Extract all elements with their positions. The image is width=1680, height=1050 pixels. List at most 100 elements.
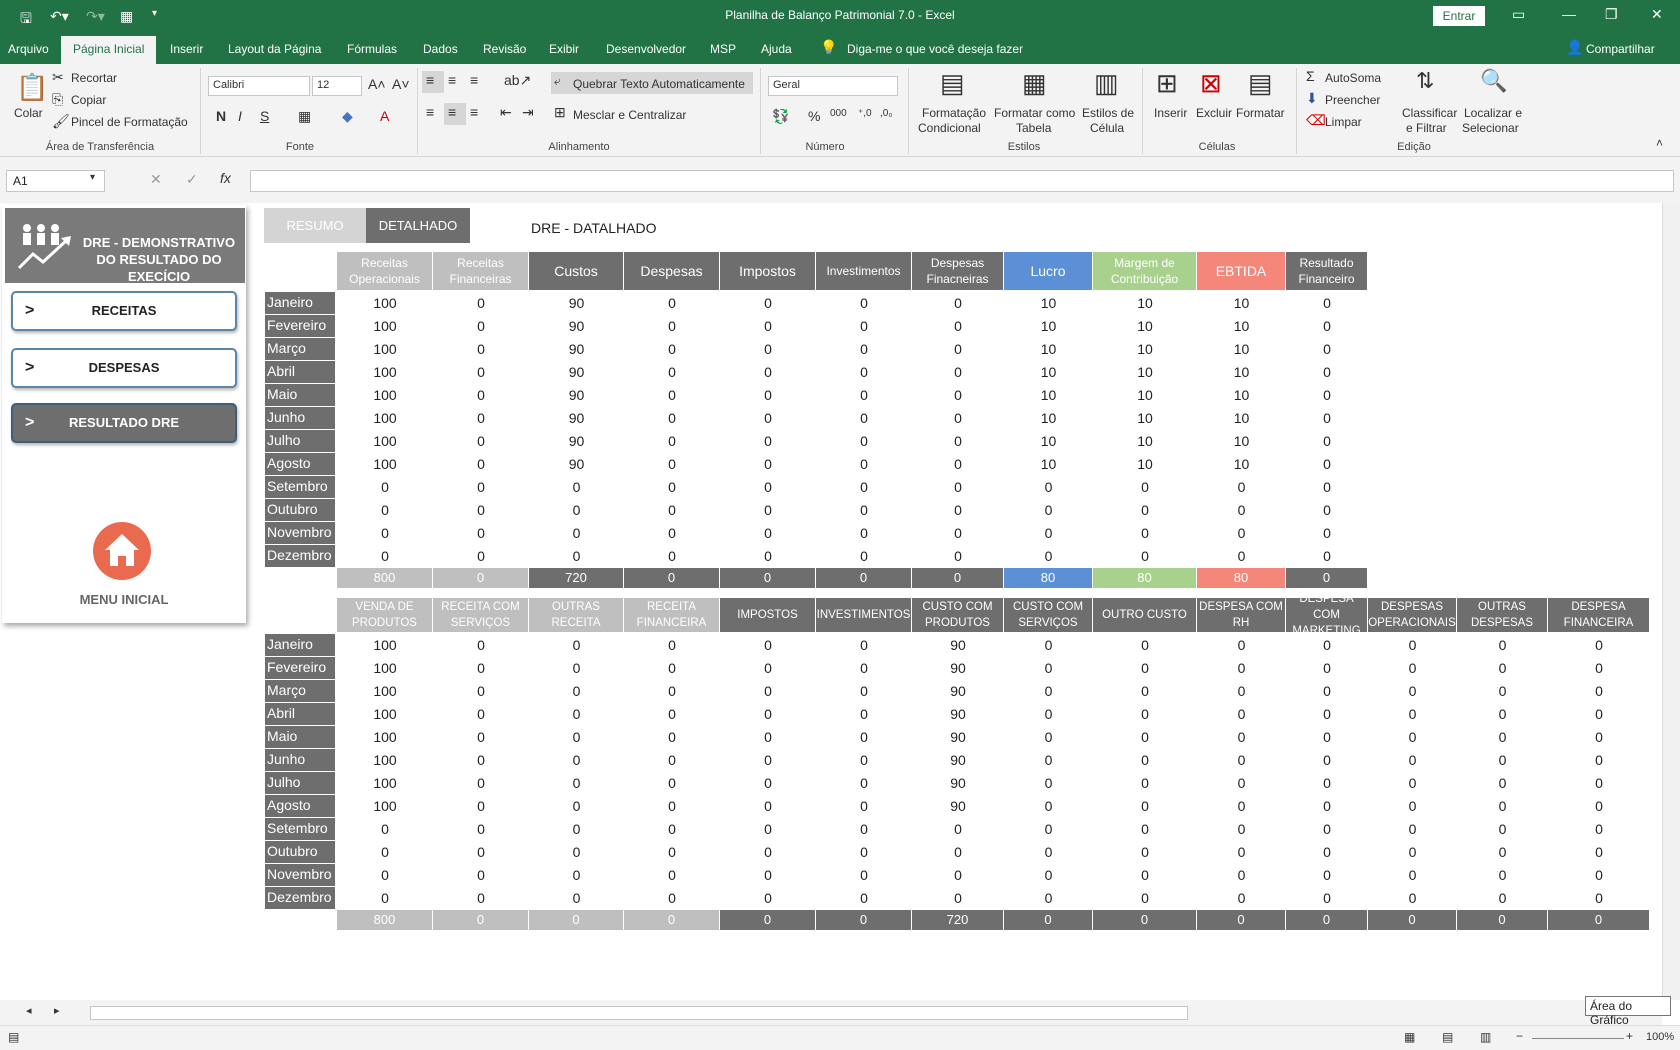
- table1-cell[interactable]: 0: [1286, 341, 1368, 357]
- paste-icon[interactable]: 📋: [16, 72, 48, 103]
- table2-cell[interactable]: 0: [1548, 660, 1650, 676]
- table1-cell[interactable]: 0: [1286, 295, 1368, 311]
- table2-cell[interactable]: 0: [816, 706, 912, 722]
- table1-cell[interactable]: 10: [1197, 433, 1286, 449]
- table2-cell[interactable]: 0: [1368, 637, 1457, 653]
- next-sheet-icon[interactable]: ▸: [54, 1004, 60, 1017]
- zoom-in-icon[interactable]: +: [1626, 1029, 1633, 1043]
- table1-cell[interactable]: 0: [433, 502, 529, 518]
- table2-cell[interactable]: 90: [912, 637, 1004, 653]
- table2-cell[interactable]: 0: [1197, 775, 1286, 791]
- table1-cell[interactable]: 0: [624, 364, 720, 380]
- table2-cell[interactable]: 0: [529, 821, 624, 837]
- home-button[interactable]: [93, 522, 151, 580]
- table1-cell[interactable]: 0: [816, 364, 912, 380]
- table1-cell[interactable]: 0: [1286, 433, 1368, 449]
- table2-cell[interactable]: 0: [1197, 890, 1286, 906]
- table2-cell[interactable]: 0: [337, 821, 433, 837]
- decrease-indent-icon[interactable]: ⇤: [500, 104, 512, 121]
- table2-cell[interactable]: 0: [1457, 637, 1548, 653]
- table1-cell[interactable]: 0: [1286, 456, 1368, 472]
- table2-cell[interactable]: 0: [1093, 798, 1197, 814]
- table2-cell[interactable]: 0: [1197, 867, 1286, 883]
- clear-button[interactable]: Limpar: [1325, 115, 1362, 129]
- table2-cell[interactable]: 0: [529, 729, 624, 745]
- name-box-dropdown-icon[interactable]: ▾: [90, 172, 95, 183]
- table1-cell[interactable]: 0: [337, 548, 433, 564]
- table1-cell[interactable]: 0: [624, 433, 720, 449]
- table1-cell[interactable]: 0: [720, 479, 816, 495]
- table2-cell[interactable]: 0: [720, 867, 816, 883]
- table2-cell[interactable]: 0: [816, 729, 912, 745]
- table2-cell[interactable]: 0: [529, 798, 624, 814]
- table2-cell[interactable]: 0: [624, 660, 720, 676]
- table2-cell[interactable]: 0: [1197, 729, 1286, 745]
- table2-cell[interactable]: 0: [529, 706, 624, 722]
- enter-icon[interactable]: ✓: [186, 171, 198, 188]
- table2-cell[interactable]: 0: [1457, 683, 1548, 699]
- despesas-button[interactable]: > DESPESAS: [11, 348, 237, 388]
- resultado-dre-button[interactable]: > RESULTADO DRE: [11, 403, 237, 443]
- table1-cell[interactable]: 0: [912, 318, 1004, 334]
- table2-cell[interactable]: 0: [1548, 706, 1650, 722]
- copy-button[interactable]: Copiar: [71, 93, 106, 107]
- table2-cell[interactable]: 0: [1457, 729, 1548, 745]
- table1-cell[interactable]: 10: [1093, 364, 1197, 380]
- table2-cell[interactable]: 100: [337, 775, 433, 791]
- fill-color-icon[interactable]: ◆: [342, 108, 353, 125]
- table2-cell[interactable]: 0: [816, 637, 912, 653]
- table2-cell[interactable]: 0: [1197, 752, 1286, 768]
- table2-cell[interactable]: 0: [1093, 821, 1197, 837]
- table1-cell[interactable]: 0: [337, 479, 433, 495]
- restore-icon[interactable]: ❐: [1605, 6, 1618, 23]
- table2-cell[interactable]: 0: [624, 752, 720, 768]
- table1-cell[interactable]: 10: [1197, 364, 1286, 380]
- sort-filter-label-1[interactable]: Classificar: [1402, 106, 1457, 120]
- table2-cell[interactable]: 0: [816, 775, 912, 791]
- table1-cell[interactable]: 0: [624, 295, 720, 311]
- horizontal-scrollbar[interactable]: [90, 1006, 1188, 1020]
- table2-cell[interactable]: 0: [720, 844, 816, 860]
- number-format-select[interactable]: Geral: [768, 76, 898, 96]
- table1-cell[interactable]: 0: [529, 502, 624, 518]
- table2-cell[interactable]: 0: [720, 798, 816, 814]
- table2-cell[interactable]: 0: [720, 660, 816, 676]
- table2-cell[interactable]: 0: [816, 867, 912, 883]
- table2-cell[interactable]: 100: [337, 683, 433, 699]
- table1-cell[interactable]: 0: [624, 387, 720, 403]
- table1-cell[interactable]: 0: [816, 295, 912, 311]
- table1-cell[interactable]: 90: [529, 433, 624, 449]
- table1-cell[interactable]: 0: [433, 548, 529, 564]
- table2-cell[interactable]: 100: [337, 798, 433, 814]
- table1-cell[interactable]: 0: [624, 502, 720, 518]
- table1-cell[interactable]: 0: [1093, 525, 1197, 541]
- table2-cell[interactable]: 0: [1286, 798, 1368, 814]
- menu-inicial-label[interactable]: MENU INICIAL: [2, 592, 246, 607]
- table2-cell[interactable]: 0: [1368, 844, 1457, 860]
- table1-cell[interactable]: 100: [337, 295, 433, 311]
- table1-cell[interactable]: 0: [624, 548, 720, 564]
- table2-cell[interactable]: 0: [912, 890, 1004, 906]
- table2-cell[interactable]: 0: [1286, 637, 1368, 653]
- table1-cell[interactable]: 0: [816, 433, 912, 449]
- table2-cell[interactable]: 0: [1548, 867, 1650, 883]
- table1-cell[interactable]: 0: [1286, 479, 1368, 495]
- table2-cell[interactable]: 0: [1286, 706, 1368, 722]
- table2-cell[interactable]: 0: [1368, 775, 1457, 791]
- table1-cell[interactable]: 0: [720, 525, 816, 541]
- table2-cell[interactable]: 0: [433, 890, 529, 906]
- close-icon[interactable]: ✕: [1651, 6, 1663, 23]
- table1-cell[interactable]: 90: [529, 364, 624, 380]
- table1-cell[interactable]: 0: [1286, 525, 1368, 541]
- table1-cell[interactable]: 0: [912, 387, 1004, 403]
- table1-cell[interactable]: 0: [624, 410, 720, 426]
- table1-cell[interactable]: 0: [624, 525, 720, 541]
- table2-cell[interactable]: 0: [1093, 729, 1197, 745]
- table1-cell[interactable]: 100: [337, 387, 433, 403]
- table1-cell[interactable]: 0: [433, 456, 529, 472]
- table2-cell[interactable]: 0: [1286, 821, 1368, 837]
- table1-cell[interactable]: 0: [912, 410, 1004, 426]
- table2-cell[interactable]: 0: [816, 798, 912, 814]
- grow-font-icon[interactable]: A˄: [368, 76, 386, 92]
- table2-cell[interactable]: 0: [1004, 798, 1093, 814]
